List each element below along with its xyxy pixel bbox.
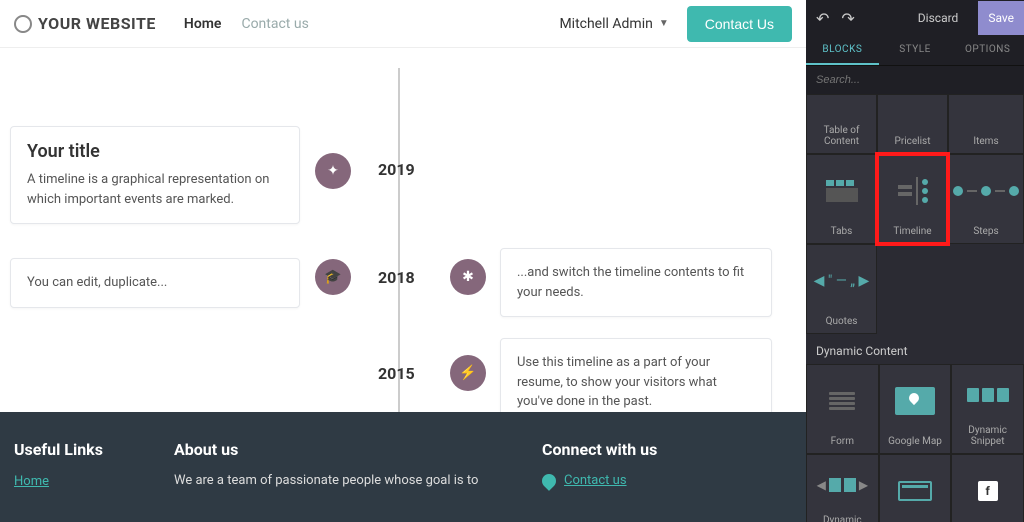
block-items[interactable]: Items [948,94,1024,154]
block-label: Dynamic Carousel [811,515,874,522]
contact-us-button[interactable]: Contact Us [687,6,792,42]
speech-bubble-icon [539,471,559,491]
block-pricelist[interactable]: Pricelist [877,94,948,154]
timeline-year: 2015 [378,364,415,383]
topbar: YOUR WEBSITE Home Contact us Mitchell Ad… [0,0,806,48]
website-preview: YOUR WEBSITE Home Contact us Mitchell Ad… [0,0,806,522]
block-timeline[interactable]: Timeline [877,154,948,244]
user-menu[interactable]: Mitchell Admin ▼ [559,16,668,32]
editor-sidebar: ↶ ↷ Discard Save BLOCKS STYLE OPTIONS Ta… [806,0,1024,522]
card-title: Your title [27,141,283,162]
blocks-list[interactable]: Table of Content Pricelist Items Tabs Ti… [806,94,1024,522]
timeline-card[interactable]: Your title A timeline is a graphical rep… [10,126,300,224]
quotes-preview-icon: ◀ " — „ ▶ [814,273,870,289]
bolt-icon[interactable]: ⚡ [450,355,486,391]
block-label: Table of Content [811,125,872,147]
popup-preview-icon [898,481,932,501]
block-search-input[interactable] [806,66,1024,94]
block-dynamic-carousel[interactable]: ◀▶ Dynamic Carousel [806,454,879,522]
tab-blocks[interactable]: BLOCKS [806,36,879,65]
card-body: ...and switch the timeline contents to f… [517,263,755,302]
editor-toolbar: ↶ ↷ Discard Save [806,0,1024,36]
footer-link-home[interactable]: Home [14,474,49,489]
main-nav: Home Contact us [184,16,309,32]
editor-tabs: BLOCKS STYLE OPTIONS [806,36,1024,66]
timeline-card[interactable]: ...and switch the timeline contents to f… [500,248,772,317]
empty-cell [877,244,948,334]
timeline-block[interactable]: Your title A timeline is a graphical rep… [0,48,806,412]
timeline-card[interactable]: Use this timeline as a part of your resu… [500,338,772,412]
block-google-map[interactable]: Google Map [879,364,952,454]
tab-style[interactable]: STYLE [879,36,952,65]
timeline-line [398,68,400,412]
section-dynamic-content: Dynamic Content [806,334,1024,364]
footer-links: Useful Links Home [14,440,134,512]
globe-icon [14,15,32,33]
tabs-preview-icon [826,180,858,202]
snippet-preview-icon [967,388,1009,402]
card-body: You can edit, duplicate... [27,273,283,293]
card-body: Use this timeline as a part of your resu… [517,353,755,412]
block-label: Pricelist [895,136,931,147]
block-tabs[interactable]: Tabs [806,154,877,244]
block-label: Quotes [826,316,858,327]
timeline-preview-icon [898,177,928,205]
timeline-dot-icon[interactable]: ✦ [315,153,351,189]
contact-link-text: Contact us [564,473,627,488]
footer-contact-link[interactable]: Contact us [542,473,792,488]
redo-icon[interactable]: ↷ [841,9,854,28]
undo-icon[interactable]: ↶ [816,9,829,28]
block-label: Form [831,436,854,447]
block-label: Items [973,136,998,147]
block-label: Google Map [888,436,942,447]
block-quotes[interactable]: ◀ " — „ ▶ Quotes [806,244,877,334]
block-label: Dynamic Snippet [956,425,1019,447]
card-body: A timeline is a graphical representation… [27,170,283,209]
snowflake-icon[interactable]: ✱ [450,259,486,295]
block-popup[interactable]: Popup [879,454,952,522]
block-label: Tabs [831,226,853,237]
steps-preview-icon [953,186,1019,196]
footer-connect: Connect with us Contact us [542,440,792,512]
page-content[interactable]: Your title A timeline is a graphical rep… [0,48,806,412]
timeline-card[interactable]: You can edit, duplicate... [10,258,300,308]
block-form[interactable]: Form [806,364,879,454]
brand-name: YOUR WEBSITE [38,14,156,33]
carousel-preview-icon: ◀▶ [817,478,868,492]
footer-head: About us [174,440,502,459]
discard-button[interactable]: Discard [918,11,959,25]
facebook-preview-icon: f [978,481,998,501]
block-facebook[interactable]: f Facebook [951,454,1024,522]
nav-contact[interactable]: Contact us [241,16,308,32]
footer: Useful Links Home About us We are a team… [0,412,806,522]
footer-head: Connect with us [542,440,792,459]
user-name: Mitchell Admin [559,16,652,32]
site-logo[interactable]: YOUR WEBSITE [14,14,156,33]
block-label: Timeline [893,226,931,237]
nav-home[interactable]: Home [184,16,222,32]
map-preview-icon [895,387,935,415]
block-label: Steps [973,226,998,237]
block-dynamic-snippet[interactable]: Dynamic Snippet [951,364,1024,454]
empty-cell [948,244,1024,334]
timeline-year: 2019 [378,160,415,179]
footer-about-text: We are a team of passionate people whose… [174,473,502,488]
caret-down-icon: ▼ [659,18,669,29]
save-button[interactable]: Save [978,1,1024,35]
footer-head: Useful Links [14,440,134,459]
tab-options[interactable]: OPTIONS [951,36,1024,65]
block-table-of-content[interactable]: Table of Content [806,94,877,154]
footer-about: About us We are a team of passionate peo… [174,440,502,512]
block-steps[interactable]: Steps [948,154,1024,244]
form-preview-icon [829,392,855,410]
timeline-year: 2018 [378,268,415,287]
graduation-icon[interactable]: 🎓 [315,259,351,295]
